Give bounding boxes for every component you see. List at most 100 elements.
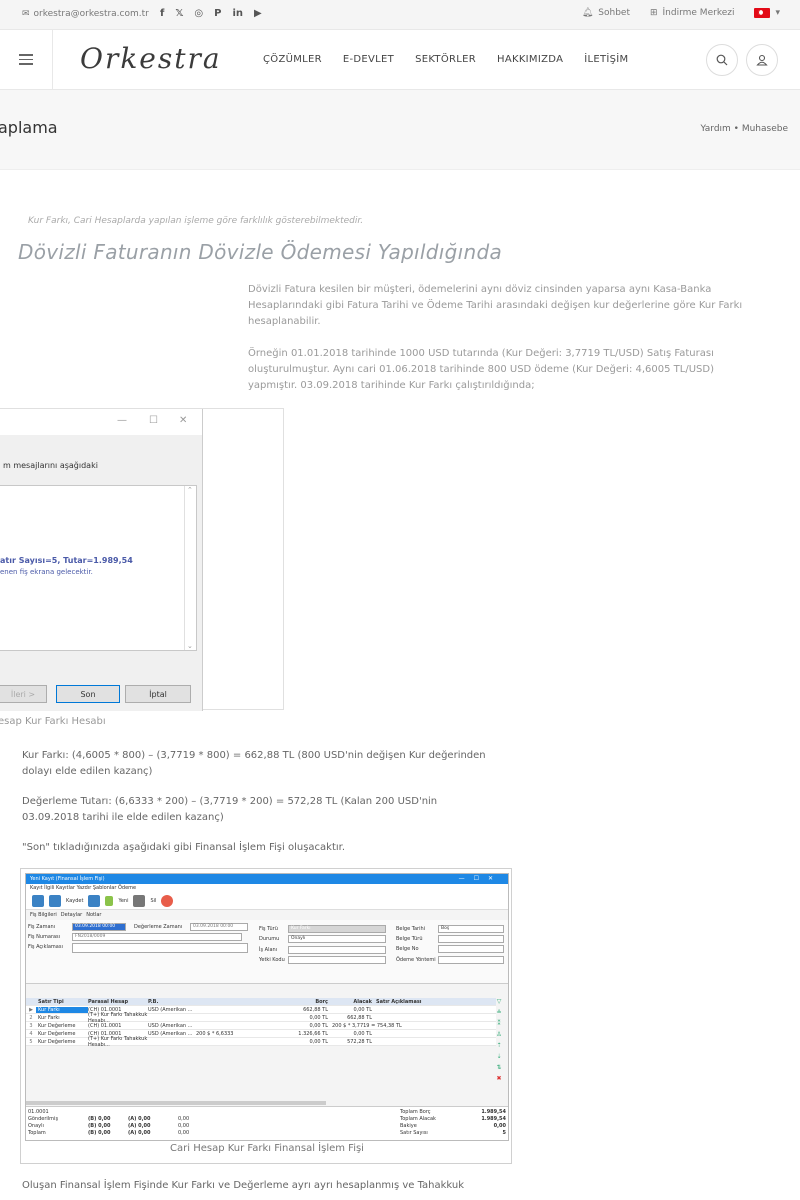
bell-icon: 🔔︎ [581,8,594,18]
totals-value: 5 [502,1130,506,1136]
user-icon [756,54,768,66]
nav-item-hakkimizda[interactable]: HAKKIMIZDA [497,54,563,65]
delete-icon [133,894,146,907]
wizard-scrollbar: ⌃ ⌄ [184,486,196,650]
breadcrumb[interactable]: Yardım • Muhasebe [701,124,789,134]
grid-header: Borç [315,998,328,1005]
table-row: 5 Kur Değerleme (T+) Kur Farkı Tahakkuk … [26,1036,496,1048]
search-button[interactable] [706,44,738,76]
facebook-icon[interactable]: f [160,8,164,19]
totals-value: 0,00 [178,1130,190,1136]
fis-zamani-field: 03.09.2018 00:00 [72,923,126,931]
row-alacak: 0,00 TL [353,1006,372,1013]
new-icon [105,895,114,906]
move-down-icon: ⇣ [496,1053,502,1060]
chat-label: Sohbet [598,8,630,18]
row-number: 4 [29,1030,33,1037]
delete-row-icon: ✖ [496,1075,502,1082]
language-select[interactable]: ▾ [754,8,780,18]
kur-farki-wizard-image: — ☐ ✕ m mesajlarını aşağıdaki atır Sayıs… [0,408,284,711]
fis-turu-label: Fiş Türü [259,926,278,932]
totals-label: Toplam [28,1130,46,1136]
row-borc: 0,00 TL [309,1014,328,1021]
chat-link[interactable]: 🔔︎ Sohbet [582,8,630,18]
nav-item-edevlet[interactable]: E-DEVLET [343,54,394,65]
download-label: İndirme Merkezi [662,8,735,18]
social-links: f 𝕏 ◎ P in ▶ [160,8,262,19]
tab-notlar: Notlar [86,912,102,918]
window-controls-icon: —☐✕ [458,875,502,882]
horizontal-scrollbar [26,1101,326,1105]
row-borc: 0,00 TL [309,1022,328,1029]
paragraph-4: Değerleme Tutarı: (6,6333 * 200) – (3,77… [22,796,438,823]
totals-right: Toplam Borç 1.989,54 Toplam Alacak 1.989,5… [400,1109,506,1137]
paragraph-3: Kur Farkı: (4,6005 * 800) – (3,7719 * 80… [22,750,486,777]
row-borc: 0,00 TL [309,1038,328,1045]
fis-menu: Kayıt İlgili Kayıtlar Yazdır Şablonlar Ö… [26,884,508,892]
table-row: 2 Kur Farkı (T+) Kur Farkı Tahakkuk Hesa… [26,1012,496,1024]
main-nav: ÇÖZÜMLER E-DEVLET SEKTÖRLER HAKKIMIZDA İ… [263,54,628,65]
wizard-result-sub: enen fiş ekrana gelecektir. [0,568,93,576]
grid-header: Satır Açıklaması [376,998,422,1005]
email-link[interactable]: ✉ orkestra@orkestra.com.tr [22,9,149,19]
totals-left: 01.0001 Gönderilmiş (B) 0,00 (A) 0,00 0,00 … [28,1109,248,1137]
belge-tarihi-field: Boş [438,925,504,933]
site-logo[interactable]: Orkestra [80,42,222,75]
yetki-kodu-field [288,956,386,964]
yetki-kodu-label: Yetki Kodu [259,957,285,963]
chevron-down-icon: ▾ [775,8,780,18]
nav-item-sektorler[interactable]: SEKTÖRLER [415,54,476,65]
sort-icon: ⇅ [496,1064,502,1071]
user-button[interactable] [746,44,778,76]
totals-borc: (B) 0,00 [88,1116,111,1122]
save-icon [32,894,44,907]
email-text: orkestra@orkestra.com.tr [33,9,149,19]
belge-no-label: Belge No [396,946,419,952]
minimize-icon: — [117,415,127,426]
save-new-icon [88,894,101,907]
linkedin-icon[interactable]: in [233,8,244,19]
instagram-icon[interactable]: ◎ [194,8,203,19]
move-up-icon: ⇡ [496,1042,502,1049]
add-row-icon: ≗ [496,1009,502,1016]
section-heading: Dövizli Faturanın Dövizle Ödemesi Yapıld… [18,240,503,264]
wizard-message: m mesajlarını aşağıdaki [3,461,98,470]
row-pb: USD (Amerikan ... [148,1022,193,1029]
row-kur: 200 $ * 6,6333 [196,1030,234,1037]
divider [52,30,53,90]
row-borc: 1.326,66 TL [298,1030,328,1037]
fis-titlebar: Yeni Kayıt (Finansal İşlem Fişi) —☐✕ [26,874,508,884]
info-note: Kur Farkı, Cari Hesaplarda yapılan işlem… [28,216,364,226]
durumu-label: Durumu [259,936,280,942]
totals-value: 0,00 [178,1116,190,1122]
wizard-window: — ☐ ✕ m mesajlarını aşağıdaki atır Sayıs… [0,409,203,711]
main-header: Orkestra ÇÖZÜMLER E-DEVLET SEKTÖRLER HAK… [0,30,800,90]
fis-numarasi-field: FN2018/0009 [72,933,242,941]
totals-value: 0,00 [178,1123,190,1129]
row-tip: Kur Değerleme [38,1038,76,1045]
wizard-cancel-button: İptal [125,685,191,703]
is-alani-field [288,946,386,954]
maximize-icon: ☐ [149,415,158,426]
twitter-icon[interactable]: 𝕏 [175,8,183,19]
totals-label: 01.0001 [28,1109,49,1115]
nav-item-iletisim[interactable]: İLETİŞİM [584,54,628,65]
youtube-icon[interactable]: ▶ [254,8,262,19]
totals-borc: (B) 0,00 [88,1130,111,1136]
chevron-up-icon: ⌃ [187,486,193,494]
totals-alacak: (A) 0,00 [128,1116,151,1122]
tab-detaylar: Detaylar [60,912,83,918]
grid-header-row: Satır Tipi Parasal Hesap P.B. Borç Alaca… [26,998,496,1006]
wizard-next-button: İleri > [0,685,47,703]
pinterest-icon[interactable]: P [214,8,221,19]
row-number: 3 [29,1022,33,1029]
download-center-link[interactable]: ⊞ İndirme Merkezi [650,8,734,18]
menu-icon[interactable] [19,54,33,68]
table-row: 3 Kur Değerleme (CH) 01.0001 USD (Amerik… [26,1022,496,1030]
totals-alacak: (A) 0,00 [128,1123,151,1129]
nav-item-cozumler[interactable]: ÇÖZÜMLER [263,54,322,65]
fis-tabs: Fiş Bilgileri Detaylar Notlar [26,912,508,920]
row-pb: USD (Amerikan ... [148,1006,193,1013]
fis-zamani-label: Fiş Zamanı [28,924,56,930]
totals-alacak: (A) 0,00 [128,1130,151,1136]
